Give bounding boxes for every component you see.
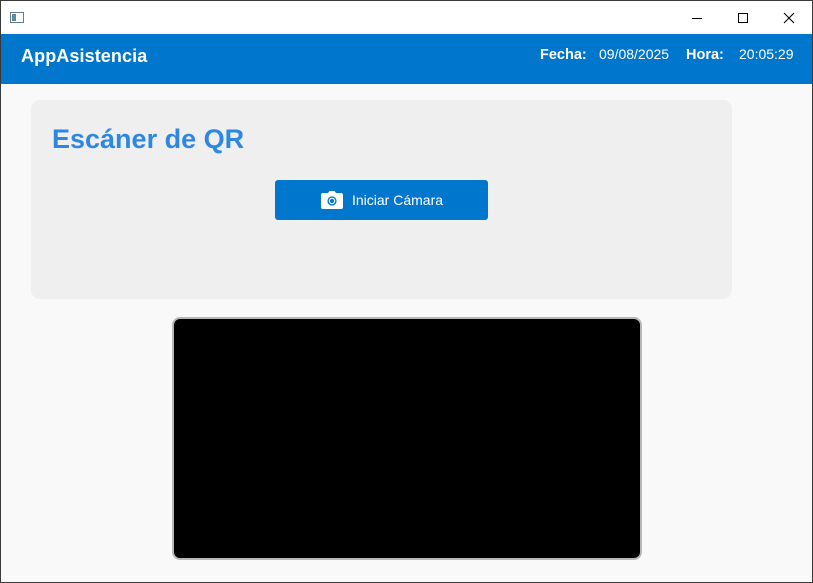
start-camera-button[interactable]: Iniciar Cámara	[275, 180, 488, 220]
close-icon	[783, 12, 795, 23]
app-window-icon	[10, 12, 24, 23]
page-title: Escáner de QR	[52, 124, 245, 154]
camera-preview	[172, 317, 642, 560]
minimize-button[interactable]	[674, 1, 720, 34]
close-button[interactable]	[766, 1, 812, 34]
maximize-button[interactable]	[720, 1, 766, 34]
app-header: AppAsistencia Fecha: 09/08/2025 Hora: 20…	[1, 34, 812, 84]
maximize-icon	[738, 12, 748, 23]
app-brand: AppAsistencia	[21, 46, 148, 66]
start-camera-label: Iniciar Cámara	[351, 192, 444, 208]
date-label: Fecha:	[540, 47, 587, 63]
time-label: Hora:	[686, 47, 724, 63]
title-bar[interactable]	[1, 1, 812, 34]
minimize-icon	[692, 17, 702, 19]
camera-icon	[320, 190, 344, 210]
app-window: AppAsistencia Fecha: 09/08/2025 Hora: 20…	[0, 0, 813, 583]
time-value: 20:05:29	[739, 46, 794, 62]
qr-scanner-card: Escáner de QR Iniciar Cámara	[31, 100, 732, 299]
date-value: 09/08/2025	[599, 46, 670, 62]
